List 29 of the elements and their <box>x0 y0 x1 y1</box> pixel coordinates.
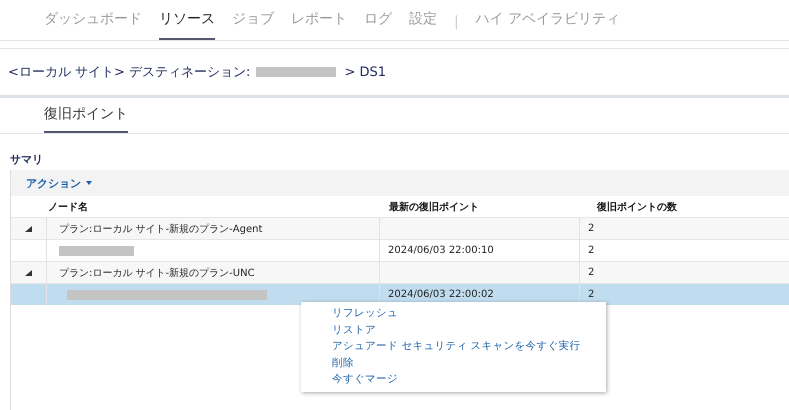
expand-toggle-icon[interactable] <box>25 226 32 232</box>
table-cell-text: プラン:ローカル サイト-新規のプラン-Agent <box>59 222 262 236</box>
table-row[interactable]: プラン:ローカル サイト-新規のプラン-UNC 2 <box>11 261 789 283</box>
nav-tab[interactable]: リソース <box>159 6 215 40</box>
column-header[interactable]: ノード名 <box>46 200 381 214</box>
table-cell: 2024/06/03 22:00:02 <box>388 289 494 300</box>
table-cell: 2024/06/03 22:00:10 <box>388 245 494 256</box>
menu-item[interactable]: 今すぐマージ <box>332 371 606 388</box>
breadcrumb-text: <ローカル サイト> デスティネーション: <box>8 64 250 81</box>
menu-item[interactable]: リフレッシュ <box>332 305 606 322</box>
table-row[interactable]: 2024/06/03 22:00:02 2 <box>11 283 789 305</box>
menu-item[interactable]: 削除 <box>332 354 606 371</box>
caret-icon <box>86 181 92 185</box>
breadcrumb-text: > DS1 <box>344 64 386 80</box>
column-header[interactable]: 最新の復旧ポイント <box>381 200 589 214</box>
menu-item[interactable]: リストア <box>332 322 606 338</box>
table-cell: 2 <box>588 223 594 234</box>
section-title: サマリ <box>9 152 44 168</box>
column-header[interactable]: 復旧ポイントの数 <box>589 200 789 214</box>
table-row[interactable]: プラン:ローカル サイト-新規のプラン-Agent 2 <box>11 217 789 239</box>
table-cell: 2 <box>588 245 594 256</box>
expand-toggle-icon[interactable] <box>25 270 32 276</box>
menu-item[interactable]: アシュアード セキュリティ スキャンを今すぐ実行 <box>332 338 606 354</box>
section-tab[interactable]: 復旧ポイント <box>44 105 128 133</box>
nav-separator: | <box>454 13 459 32</box>
table-cell: 2 <box>588 267 594 278</box>
table-cell: 2 <box>588 289 594 300</box>
table-cell-text: プラン:ローカル サイト-新規のプラン-UNC <box>59 266 255 280</box>
action-dropdown[interactable]: アクション <box>26 174 92 192</box>
